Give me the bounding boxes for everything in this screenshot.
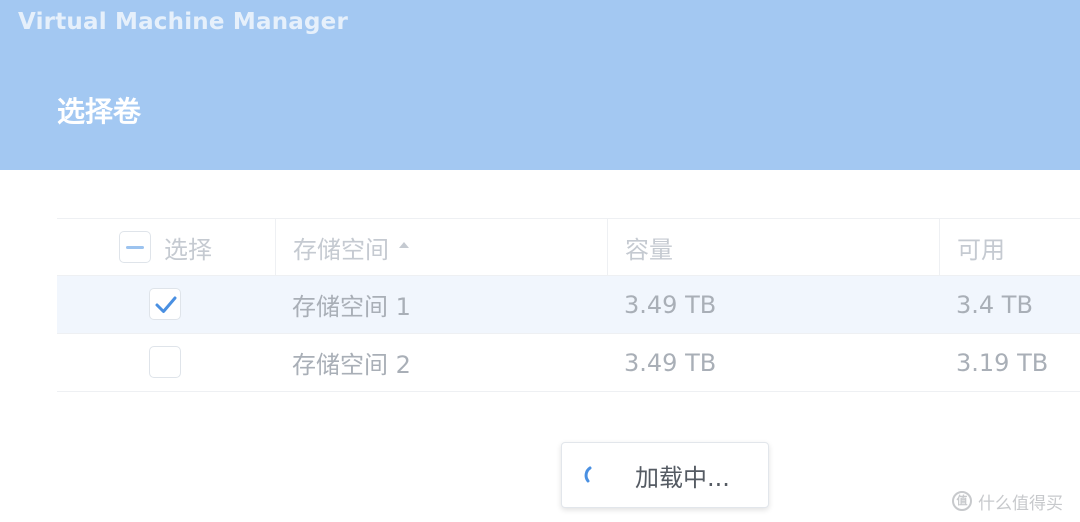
loading-text: 加载中...	[635, 463, 730, 492]
column-header-available[interactable]: 可用	[939, 219, 1080, 275]
table-row[interactable]: 存储空间 2 3.49 TB 3.19 TB	[57, 334, 1080, 392]
app-title: Virtual Machine Manager	[18, 9, 348, 35]
watermark-text: 什么值得买	[978, 493, 1063, 514]
column-header-storage-label: 存储空间	[293, 235, 389, 264]
cell-capacity: 3.49 TB	[624, 290, 717, 319]
watermark: 值 什么值得买	[952, 488, 1063, 514]
cell-storage: 存储空间 1	[292, 293, 411, 321]
column-header-available-label: 可用	[957, 235, 1005, 264]
column-header-capacity-label: 容量	[625, 235, 673, 264]
row-checkbox[interactable]	[149, 346, 181, 378]
cell-capacity: 3.49 TB	[624, 348, 717, 377]
select-all-checkbox[interactable]	[119, 231, 151, 263]
table-row[interactable]: 存储空间 1 3.49 TB 3.4 TB	[57, 276, 1080, 334]
column-header-select: 选择	[164, 235, 212, 264]
column-header-capacity[interactable]: 容量	[607, 219, 939, 275]
column-header-storage[interactable]: 存储空间	[275, 219, 607, 275]
dialog-title: 选择卷	[57, 95, 142, 128]
volume-table: 选择 存储空间 容量 可用 存储空间 1 3.49 TB 3.4 TB 存储空间…	[57, 218, 1080, 392]
sort-ascending-icon	[399, 242, 409, 248]
cell-available: 3.19 TB	[956, 348, 1049, 377]
spinner-icon	[584, 466, 592, 483]
watermark-logo-icon: 值	[952, 491, 972, 511]
cell-available: 3.4 TB	[956, 290, 1033, 319]
row-checkbox[interactable]	[149, 288, 181, 320]
table-header-row: 选择 存储空间 容量 可用	[57, 218, 1080, 276]
dialog-header: Virtual Machine Manager 选择卷	[0, 0, 1080, 170]
checkmark-icon	[155, 296, 177, 313]
indeterminate-dash-icon	[126, 246, 144, 249]
cell-storage: 存储空间 2	[292, 351, 411, 379]
loading-indicator: 加载中...	[561, 442, 769, 508]
